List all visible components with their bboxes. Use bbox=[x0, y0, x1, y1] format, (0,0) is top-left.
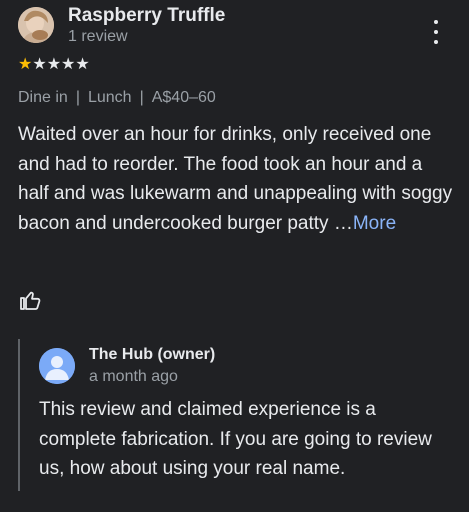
author-photo bbox=[18, 7, 54, 43]
meta-separator: | bbox=[139, 89, 144, 106]
meta-separator: | bbox=[75, 89, 80, 106]
more-link[interactable]: More bbox=[353, 213, 396, 234]
person-icon bbox=[39, 348, 75, 384]
star-filled-icon: ★ bbox=[18, 56, 33, 73]
meta-service: Dine in bbox=[18, 89, 68, 106]
author-avatar[interactable] bbox=[18, 7, 54, 43]
meta-meal: Lunch bbox=[87, 89, 132, 106]
star-rating: ★★★★★ bbox=[18, 56, 90, 74]
star-empty-icon: ★ bbox=[32, 56, 47, 73]
star-empty-icon: ★ bbox=[61, 56, 76, 73]
review-ellipsis: … bbox=[333, 212, 353, 234]
star-empty-icon: ★ bbox=[75, 56, 90, 73]
owner-reply-text: This review and claimed experience is a … bbox=[39, 399, 432, 479]
star-empty-icon: ★ bbox=[46, 56, 62, 73]
meta-price: A$40–60 bbox=[151, 89, 216, 106]
reply-divider bbox=[18, 339, 20, 491]
owner-reply-time: a month ago bbox=[89, 368, 178, 385]
review-text: Waited over an hour for drinks, only rec… bbox=[18, 120, 456, 238]
author-review-count: 1 review bbox=[68, 28, 128, 45]
more-vert-icon[interactable] bbox=[428, 20, 444, 44]
visit-meta: Dine in | Lunch | A$40–60 bbox=[18, 89, 216, 107]
author-name[interactable]: Raspberry Truffle bbox=[68, 5, 225, 27]
owner-name: The Hub (owner) bbox=[89, 346, 216, 363]
thumb-up-icon[interactable] bbox=[18, 288, 42, 312]
